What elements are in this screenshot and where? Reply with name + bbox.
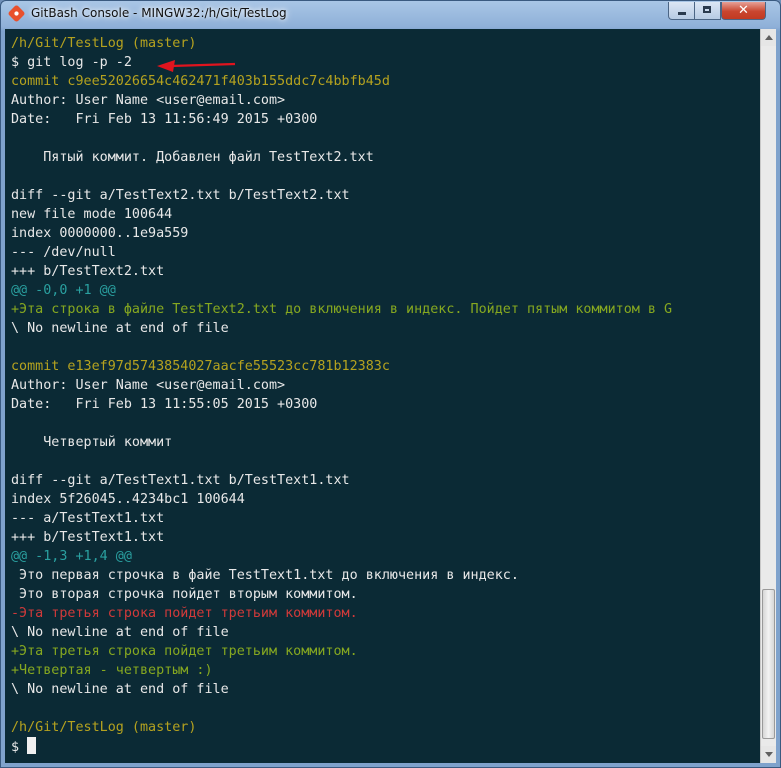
terminal-line: $ git log -p -2: [11, 53, 672, 72]
minimize-icon: [678, 12, 686, 15]
red-arrow-annotation: [157, 60, 236, 72]
terminal-line: Date: Fri Feb 13 11:55:05 2015 +0300: [11, 395, 672, 414]
terminal-line: /h/Git/TestLog (master): [11, 718, 672, 737]
terminal-line-text: diff --git a/TestText1.txt b/TestText1.t…: [11, 473, 350, 488]
terminal-line: +++ b/TestText1.txt: [11, 528, 672, 547]
terminal-line: Author: User Name <user@email.com>: [11, 376, 672, 395]
terminal-line-text: \ No newline at end of file: [11, 321, 229, 336]
vertical-scrollbar[interactable]: [760, 29, 776, 763]
terminal-line: \ No newline at end of file: [11, 319, 672, 338]
terminal-line: +Четвертая - четвертым :): [11, 661, 672, 680]
terminal-line-text: +++ b/TestText2.txt: [11, 264, 165, 279]
terminal-line-text: Это первая строчка в файе TestText1.txt …: [11, 568, 519, 583]
terminal-line: +Эта третья строка пойдет третьим коммит…: [11, 642, 672, 661]
terminal-line-text: /h/Git/TestLog (master): [11, 720, 197, 735]
terminal-line: commit c9ee52026654c462471f403b155ddc7c4…: [11, 72, 672, 91]
terminal-line-text: diff --git a/TestText2.txt b/TestText2.t…: [11, 188, 350, 203]
arrow-up-icon: [765, 35, 773, 40]
terminal-line-text: commit e13ef97d5743854027aacfe55523cc781…: [11, 359, 390, 374]
terminal-line: $: [11, 737, 672, 756]
terminal-line: @@ -1,3 +1,4 @@: [11, 547, 672, 566]
terminal-line: Date: Fri Feb 13 11:56:49 2015 +0300: [11, 110, 672, 129]
terminal-line: commit e13ef97d5743854027aacfe55523cc781…: [11, 357, 672, 376]
terminal-line-text: $: [11, 740, 28, 755]
text-cursor: [27, 737, 37, 754]
terminal-line-text: Это вторая строчка пойдет вторым коммито…: [11, 587, 358, 602]
terminal-line-text: Author: User Name <user@email.com>: [11, 378, 286, 393]
terminal-line-text: +Эта третья строка пойдет третьим коммит…: [11, 644, 358, 659]
terminal-line: diff --git a/TestText2.txt b/TestText2.t…: [11, 186, 672, 205]
terminal-line-text: commit c9ee52026654c462471f403b155ddc7c4…: [11, 74, 390, 89]
terminal-line-text: Date: Fri Feb 13 11:56:49 2015 +0300: [11, 112, 318, 127]
terminal-line-text: +Эта строка в файле TestText2.txt до вкл…: [11, 302, 673, 317]
terminal-line-text: Пятый коммит. Добавлен файл TestText2.tx…: [11, 150, 374, 165]
terminal-line: @@ -0,0 +1 @@: [11, 281, 672, 300]
terminal-line-text: Date: Fri Feb 13 11:55:05 2015 +0300: [11, 397, 318, 412]
close-button[interactable]: ✕: [721, 2, 766, 20]
terminal-lines: /h/Git/TestLog (master) $ git log -p -2 co…: [11, 34, 672, 756]
scroll-down-button[interactable]: [761, 746, 776, 763]
terminal-line-text: -Эта третья строка пойдет третьим коммит…: [11, 606, 358, 621]
terminal-line-text: Author: User Name <user@email.com>: [11, 93, 286, 108]
arrow-down-icon: [765, 752, 773, 757]
terminal-line-text: $ git log -p -2: [11, 55, 132, 70]
terminal-line: index 5f26045..4234bc1 100644: [11, 490, 672, 509]
terminal-line-text: \ No newline at end of file: [11, 682, 229, 697]
terminal-line-text: /h/Git/TestLog (master): [11, 36, 197, 51]
maximize-icon: [703, 6, 711, 13]
terminal-line: Это первая строчка в файе TestText1.txt …: [11, 566, 672, 585]
terminal-line-text: Четвертый коммит: [11, 435, 173, 450]
git-app-icon[interactable]: [7, 4, 26, 23]
terminal-line: +Эта строка в файле TestText2.txt до вкл…: [11, 300, 672, 319]
terminal-line: /h/Git/TestLog (master): [11, 34, 672, 53]
scroll-thumb[interactable]: [762, 589, 775, 739]
terminal-line-text: +Четвертая - четвертым :): [11, 663, 213, 678]
close-icon: ✕: [738, 3, 749, 18]
terminal-line: Четвертый коммит: [11, 433, 672, 452]
window-title: GitBash Console - MINGW32:/h/Git/TestLog: [31, 6, 287, 20]
terminal-line-text: @@ -0,0 +1 @@: [11, 283, 116, 298]
terminal-line-text: --- /dev/null: [11, 245, 116, 260]
terminal-line-text: @@ -1,3 +1,4 @@: [11, 549, 132, 564]
terminal-line: Author: User Name <user@email.com>: [11, 91, 672, 110]
terminal-line-text: index 0000000..1e9a559: [11, 226, 189, 241]
terminal-line: index 0000000..1e9a559: [11, 224, 672, 243]
terminal-line-text: new file mode 100644: [11, 207, 173, 222]
terminal-line-text: --- a/TestText1.txt: [11, 511, 165, 526]
terminal-line: --- /dev/null: [11, 243, 672, 262]
terminal-line: \ No newline at end of file: [11, 623, 672, 642]
terminal-line-text: +++ b/TestText1.txt: [11, 530, 165, 545]
terminal-line: \ No newline at end of file: [11, 680, 672, 699]
terminal-line: +++ b/TestText2.txt: [11, 262, 672, 281]
scroll-up-button[interactable]: [761, 29, 776, 46]
maximize-button[interactable]: [695, 2, 721, 20]
terminal-line: -Эта третья строка пойдет третьим коммит…: [11, 604, 672, 623]
terminal-line: new file mode 100644: [11, 205, 672, 224]
title-bar[interactable]: GitBash Console - MINGW32:/h/Git/TestLog…: [1, 1, 780, 27]
minimize-button[interactable]: [668, 2, 695, 20]
terminal-line: diff --git a/TestText1.txt b/TestText1.t…: [11, 471, 672, 490]
terminal-line: Пятый коммит. Добавлен файл TestText2.tx…: [11, 148, 672, 167]
terminal-line-text: index 5f26045..4234bc1 100644: [11, 492, 245, 507]
terminal-output[interactable]: /h/Git/TestLog (master) $ git log -p -2 co…: [5, 29, 760, 763]
terminal-line: --- a/TestText1.txt: [11, 509, 672, 528]
terminal-line: Это вторая строчка пойдет вторым коммито…: [11, 585, 672, 604]
console-window: GitBash Console - MINGW32:/h/Git/TestLog…: [0, 0, 781, 768]
terminal-line-text: \ No newline at end of file: [11, 625, 229, 640]
